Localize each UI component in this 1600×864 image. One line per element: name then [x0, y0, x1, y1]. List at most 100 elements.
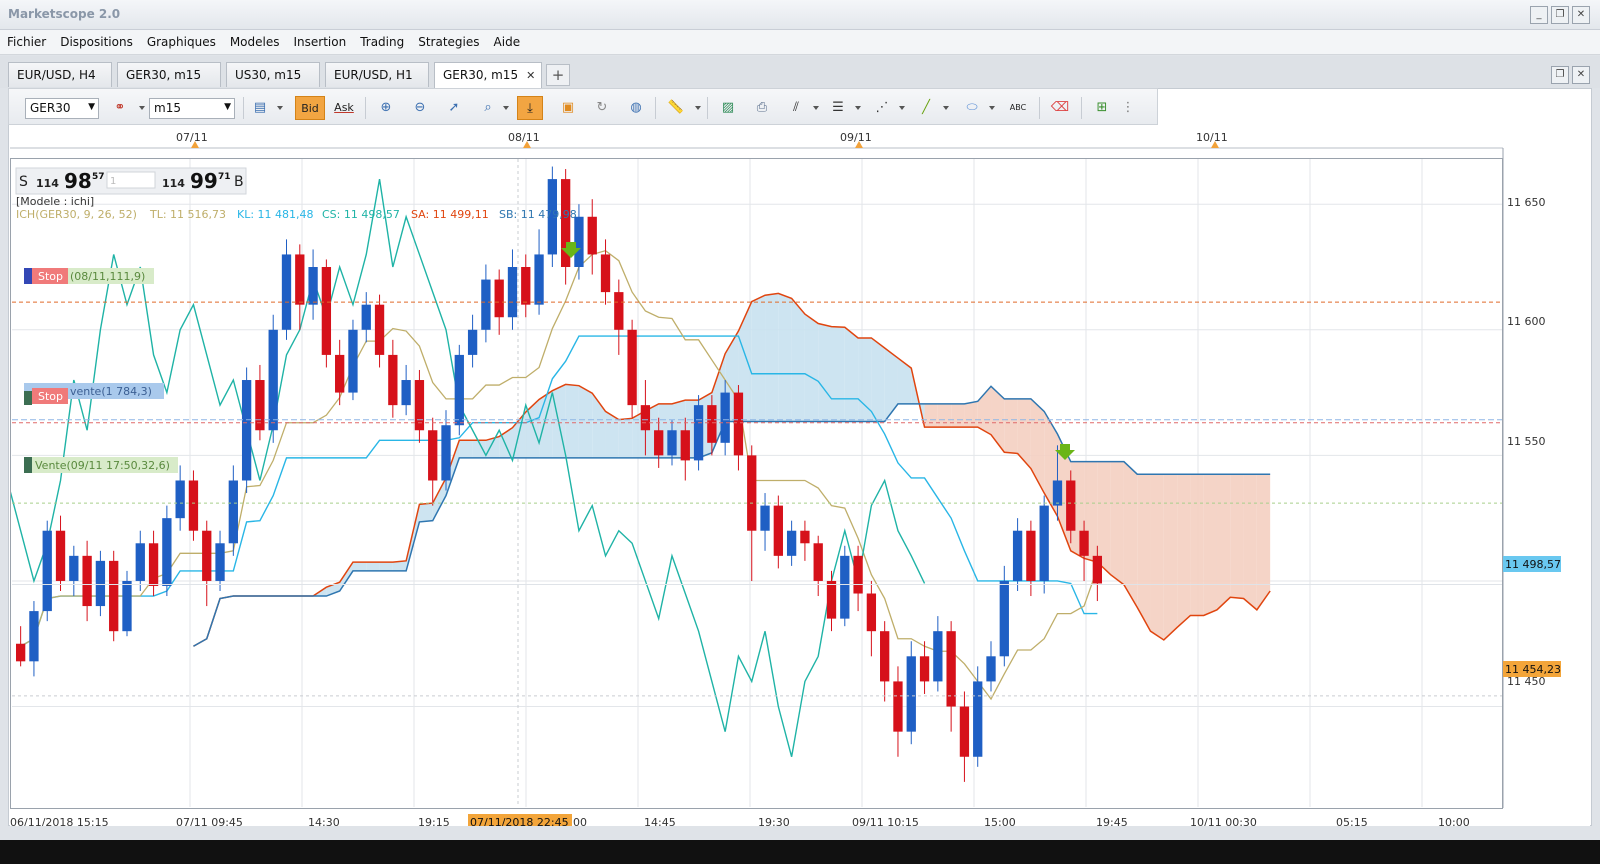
sell-order-label[interactable]: Vente(09/11 17:50,32,6) — [35, 459, 170, 472]
dropdown-arrow-icon[interactable] — [943, 106, 949, 110]
close-button[interactable]: ✕ — [1572, 6, 1590, 24]
tab-eurusd-h1[interactable]: EUR/USD, H1 — [325, 62, 429, 87]
tab-label: EUR/USD, H4 — [17, 68, 96, 82]
fibonacci-icon[interactable]: ⫽ — [783, 96, 809, 120]
bear-candle — [1026, 530, 1036, 581]
bull-candle — [667, 430, 677, 456]
price-tick-11650: 11 650 — [1507, 196, 1546, 209]
refresh-icon[interactable]: ↻ — [589, 96, 615, 120]
menu-aide[interactable]: Aide — [487, 35, 528, 49]
tab-eurusd-h4[interactable]: EUR/USD, H4 — [8, 62, 112, 87]
chevron-down-icon: ▼ — [224, 102, 231, 112]
chart-area[interactable]: 07/11 08/11 09/11 10/11 11 650 11 600 11… — [0, 128, 1590, 830]
menu-trading[interactable]: Trading — [353, 35, 411, 49]
tab-close-icon[interactable]: ✕ — [526, 69, 535, 82]
date-label-1011: 10/11 — [1196, 131, 1228, 144]
dropdown-arrow-icon[interactable] — [855, 106, 861, 110]
stop-price-label: 11 454,23 — [1505, 663, 1561, 676]
ask-button[interactable]: Ask — [331, 96, 357, 120]
menu-modeles[interactable]: Modeles — [223, 35, 287, 49]
magnifier-icon[interactable]: ⌕ — [475, 96, 501, 120]
menu-fichier[interactable]: Fichier — [0, 35, 53, 49]
text-tool-icon[interactable]: ABC — [1005, 96, 1031, 120]
ellipse-icon[interactable]: ⬭ — [959, 96, 985, 120]
dropdown-arrow-icon[interactable] — [899, 106, 905, 110]
chikou-value: CS: 11 498,57 — [322, 208, 400, 221]
menu-dispositions[interactable]: Dispositions — [53, 35, 140, 49]
chart-window-icon[interactable]: ▣ — [555, 96, 581, 120]
bull-candle — [534, 254, 544, 305]
panel-close-button[interactable]: ✕ — [1572, 66, 1590, 84]
cloud-segment — [1256, 474, 1271, 610]
buy-price-main[interactable]: 99 — [190, 169, 218, 193]
horizontal-lines-icon[interactable]: ☰ — [825, 96, 851, 120]
fan-icon[interactable]: ⋰ — [869, 96, 895, 120]
eraser-icon[interactable]: ⌫ — [1047, 96, 1073, 120]
toolbar-more-icon[interactable]: ⋮ — [1121, 96, 1135, 120]
cursor-icon[interactable]: ➚ — [441, 96, 467, 120]
link-icon[interactable]: ⚭ — [107, 96, 133, 120]
chart-type-icon[interactable]: ▤ — [247, 96, 273, 120]
hierarchy-icon[interactable]: ⊞ — [1089, 96, 1115, 120]
cloud-segment — [1163, 474, 1178, 640]
bid-button[interactable]: Bid — [295, 96, 325, 120]
zoom-in-icon[interactable]: ⊕ — [373, 96, 399, 120]
ruler-icon[interactable]: 📏 — [663, 96, 689, 120]
amount-value: 1 — [110, 176, 116, 187]
tab-us30-m15[interactable]: US30, m15 — [226, 62, 320, 87]
trendline-icon[interactable]: ╱ — [913, 96, 939, 120]
bear-candle — [880, 631, 890, 682]
globe-icon[interactable]: ◍ — [623, 96, 649, 120]
bear-candle — [55, 530, 66, 581]
date-strip — [10, 128, 1503, 148]
cloud-segment — [366, 562, 380, 571]
buy-prefix: B — [234, 174, 244, 190]
print-icon[interactable]: ⎙ — [749, 96, 775, 120]
tab-ger30-m15-active[interactable]: GER30, m15 ✕ — [434, 62, 542, 88]
bear-candle — [15, 643, 26, 662]
dropdown-arrow-icon[interactable] — [813, 106, 819, 110]
cloud-segment — [844, 327, 859, 422]
dropdown-arrow-icon[interactable] — [989, 106, 995, 110]
instrument-value: GER30 — [30, 101, 71, 115]
dropdown-arrow-icon[interactable] — [695, 106, 701, 110]
bear-candle — [374, 304, 385, 355]
add-tab-button[interactable]: + — [546, 64, 570, 86]
stop-order-tag-label: Stop — [38, 270, 63, 283]
cloud-segment — [937, 403, 952, 428]
price-chart[interactable]: 07/11 08/11 09/11 10/11 11 650 11 600 11… — [0, 128, 1590, 830]
time-tick: 15:00 — [984, 816, 1016, 826]
instrument-select[interactable]: GER30 ▼ — [25, 98, 99, 119]
bull-candle — [348, 329, 358, 393]
time-tick: 07/11 09:45 — [176, 816, 243, 826]
minimize-button[interactable]: _ — [1530, 6, 1548, 24]
menu-strategies[interactable]: Strategies — [411, 35, 486, 49]
bear-candle — [82, 555, 92, 607]
dropdown-arrow-icon[interactable] — [503, 106, 509, 110]
stop-order-label[interactable]: (08/11,111,9) — [70, 270, 145, 283]
bear-candle — [800, 530, 810, 544]
bull-candle — [933, 631, 943, 682]
bear-candle — [335, 354, 345, 393]
timeframe-select[interactable]: m15 ▼ — [149, 98, 235, 119]
sell-order-marker — [24, 457, 32, 473]
tab-ger30-m15[interactable]: GER30, m15 — [117, 62, 221, 87]
menu-graphiques[interactable]: Graphiques — [140, 35, 223, 49]
menu-insertion[interactable]: Insertion — [287, 35, 354, 49]
auto-scroll-icon[interactable]: ⤓ — [517, 96, 543, 120]
bull-candle — [693, 405, 704, 461]
dropdown-arrow-icon[interactable] — [277, 106, 283, 110]
image-icon[interactable]: ▨ — [715, 96, 741, 120]
dropdown-arrow-icon[interactable] — [139, 106, 145, 110]
stop-sell-label[interactable]: vente(1 784,3) — [70, 385, 152, 398]
tab-label: GER30, m15 — [443, 68, 519, 82]
cloud-segment — [1216, 474, 1231, 610]
bull-candle — [175, 480, 185, 519]
panel-restore-button[interactable]: ❐ — [1551, 66, 1569, 84]
date-label-0911: 09/11 — [840, 131, 872, 144]
bear-candle — [813, 543, 823, 581]
window-title: Marketscope 2.0 — [8, 7, 121, 21]
zoom-out-icon[interactable]: ⊖ — [407, 96, 433, 120]
sell-price-main[interactable]: 98 — [64, 169, 92, 193]
maximize-button[interactable]: ❐ — [1551, 6, 1569, 24]
